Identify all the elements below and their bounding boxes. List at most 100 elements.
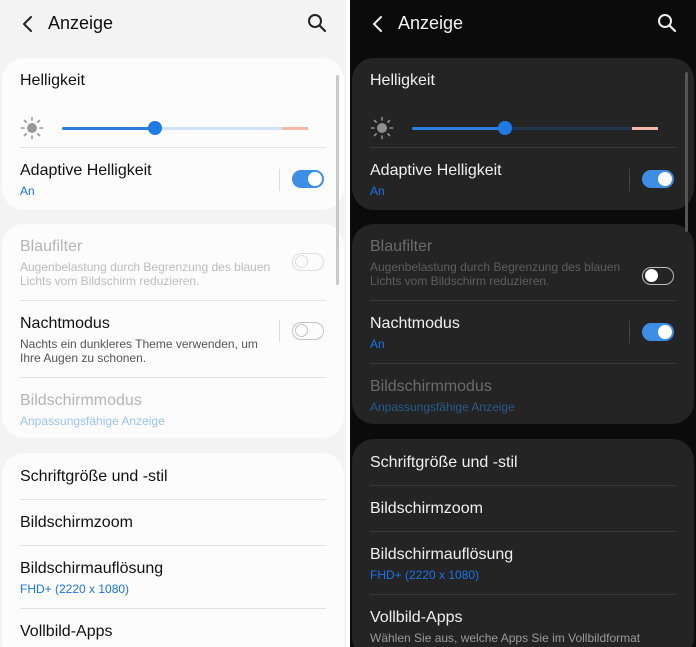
fullscreen-apps-label: Vollbild-Apps: [370, 609, 463, 626]
blue-filter-description: Augenbelastung durch Begrenzung des blau…: [370, 260, 621, 288]
resolution-value: FHD+ (2220 x 1080): [370, 568, 480, 582]
night-mode-label: Nachtmodus: [20, 315, 110, 332]
divider: [370, 594, 676, 595]
back-chevron-icon[interactable]: [368, 13, 388, 35]
adaptive-brightness-label: Adaptive Helligkeit: [20, 162, 152, 179]
adaptive-brightness-status: An: [370, 184, 385, 198]
blue-filter-description: Augenbelastung durch Begrenzung des blau…: [20, 260, 271, 288]
screen-mode-label: Bildschirmmodus: [370, 378, 492, 395]
adaptive-brightness-label: Adaptive Helligkeit: [370, 162, 502, 179]
vertical-divider: [279, 320, 280, 342]
toggle-knob: [295, 324, 308, 337]
resolution-row[interactable]: Bildschirmauflösung FHD+ (2220 x 1080): [370, 546, 676, 586]
screen-zoom-row[interactable]: Bildschirmzoom: [370, 500, 676, 524]
adaptive-brightness-row[interactable]: Adaptive Helligkeit An: [20, 162, 326, 202]
divider: [20, 545, 326, 546]
resolution-label: Bildschirmauflösung: [20, 560, 164, 577]
night-mode-status: An: [370, 337, 385, 351]
blue-filter-label: Blaufilter: [20, 238, 83, 255]
brightness-slider[interactable]: [62, 121, 308, 135]
blue-filter-toggle[interactable]: [642, 267, 674, 285]
screen-zoom-label: Bildschirmzoom: [20, 514, 133, 531]
screen-mode-row[interactable]: Bildschirmmodus Anpassungsfähige Anzeige: [20, 392, 326, 432]
vertical-divider: [279, 169, 280, 191]
filters-card: Blaufilter Augenbelastung durch Begrenzu…: [2, 224, 344, 438]
blue-filter-row[interactable]: Blaufilter Augenbelastung durch Begrenzu…: [20, 238, 326, 298]
divider: [20, 147, 326, 148]
sun-icon: [20, 116, 44, 140]
brightness-label: Helligkeit: [370, 72, 435, 89]
divider: [370, 300, 676, 301]
screen-mode-value: Anpassungsfähige Anzeige: [370, 400, 515, 414]
brightness-slider[interactable]: [412, 121, 658, 135]
divider: [370, 363, 676, 364]
adaptive-brightness-toggle[interactable]: [642, 170, 674, 188]
slider-fill: [62, 127, 156, 130]
toggle-knob: [645, 269, 658, 282]
screen-mode-row[interactable]: Bildschirmmodus Anpassungsfähige Anzeige: [370, 378, 676, 418]
night-mode-toggle[interactable]: [292, 322, 324, 340]
font-label: Schriftgröße und -stil: [20, 468, 168, 485]
night-mode-row[interactable]: Nachtmodus Nachts ein dunkleres Theme ve…: [20, 315, 326, 365]
resolution-row[interactable]: Bildschirmauflösung FHD+ (2220 x 1080): [20, 560, 326, 600]
adaptive-brightness-toggle[interactable]: [292, 170, 324, 188]
font-label: Schriftgröße und -stil: [370, 454, 518, 471]
toggle-knob: [658, 172, 672, 186]
fullscreen-apps-description: Wählen Sie aus, welche Apps Sie im Vollb…: [370, 631, 641, 645]
divider: [20, 377, 326, 378]
screen-mode-value: Anpassungsfähige Anzeige: [20, 414, 165, 428]
font-row[interactable]: Schriftgröße und -stil: [20, 468, 326, 492]
blue-filter-label: Blaufilter: [370, 238, 433, 255]
light-settings-screen: Anzeige Helligkeit Adaptive Helligkeit A…: [0, 0, 346, 647]
back-chevron-icon[interactable]: [18, 13, 38, 35]
screen-zoom-row[interactable]: Bildschirmzoom: [20, 514, 326, 538]
scrollbar[interactable]: [336, 75, 339, 285]
toggle-knob: [658, 325, 672, 339]
divider: [20, 608, 326, 609]
fullscreen-apps-row[interactable]: Vollbild-Apps Wählen Sie aus, welche App…: [370, 609, 676, 647]
scrollbar[interactable]: [685, 72, 688, 232]
slider-thumb[interactable]: [498, 121, 513, 135]
screen-zoom-label: Bildschirmzoom: [370, 500, 483, 517]
resolution-label: Bildschirmauflösung: [370, 546, 514, 563]
font-row[interactable]: Schriftgröße und -stil: [370, 454, 676, 478]
divider: [20, 300, 326, 301]
brightness-label: Helligkeit: [20, 72, 85, 89]
font-display-card: Schriftgröße und -stil Bildschirmzoom Bi…: [2, 453, 344, 647]
brightness-row: Helligkeit: [20, 72, 326, 140]
night-mode-label: Nachtmodus: [370, 315, 460, 332]
screen-mode-label: Bildschirmmodus: [20, 392, 142, 409]
search-icon[interactable]: [656, 12, 678, 34]
slider-thumb[interactable]: [148, 121, 163, 135]
divider: [370, 531, 676, 532]
toggle-knob: [295, 255, 308, 268]
app-bar: Anzeige: [0, 0, 346, 50]
adaptive-brightness-row[interactable]: Adaptive Helligkeit An: [370, 162, 676, 202]
toggle-knob: [308, 172, 322, 186]
brightness-card: Helligkeit Adaptive Helligkeit An: [2, 58, 344, 210]
page-title: Anzeige: [398, 13, 464, 33]
night-mode-description: Nachts ein dunkleres Theme verwenden, um…: [20, 337, 258, 365]
adaptive-brightness-status: An: [20, 184, 35, 198]
fullscreen-apps-label: Vollbild-Apps: [20, 623, 113, 640]
vertical-divider: [629, 169, 630, 191]
brightness-card: Helligkeit Adaptive Helligkeit An: [352, 58, 694, 210]
sun-icon: [370, 116, 394, 140]
blue-filter-row[interactable]: Blaufilter Augenbelastung durch Begrenzu…: [370, 238, 676, 298]
app-bar: Anzeige: [350, 0, 696, 50]
resolution-value: FHD+ (2220 x 1080): [20, 582, 130, 596]
page-title: Anzeige: [48, 13, 114, 33]
divider: [20, 499, 326, 500]
slider-fill: [412, 127, 506, 130]
dark-settings-screen: Anzeige Helligkeit Adaptive Helligkeit A…: [350, 0, 696, 647]
brightness-row: Helligkeit: [370, 72, 676, 140]
blue-filter-toggle[interactable]: [292, 253, 324, 271]
fullscreen-apps-row[interactable]: Vollbild-Apps: [20, 623, 326, 647]
divider: [370, 147, 676, 148]
night-mode-toggle[interactable]: [642, 323, 674, 341]
slider-track-end: [632, 127, 658, 130]
divider: [370, 485, 676, 486]
search-icon[interactable]: [306, 12, 328, 34]
filters-card: Blaufilter Augenbelastung durch Begrenzu…: [352, 224, 694, 424]
night-mode-row[interactable]: Nachtmodus An: [370, 315, 676, 355]
